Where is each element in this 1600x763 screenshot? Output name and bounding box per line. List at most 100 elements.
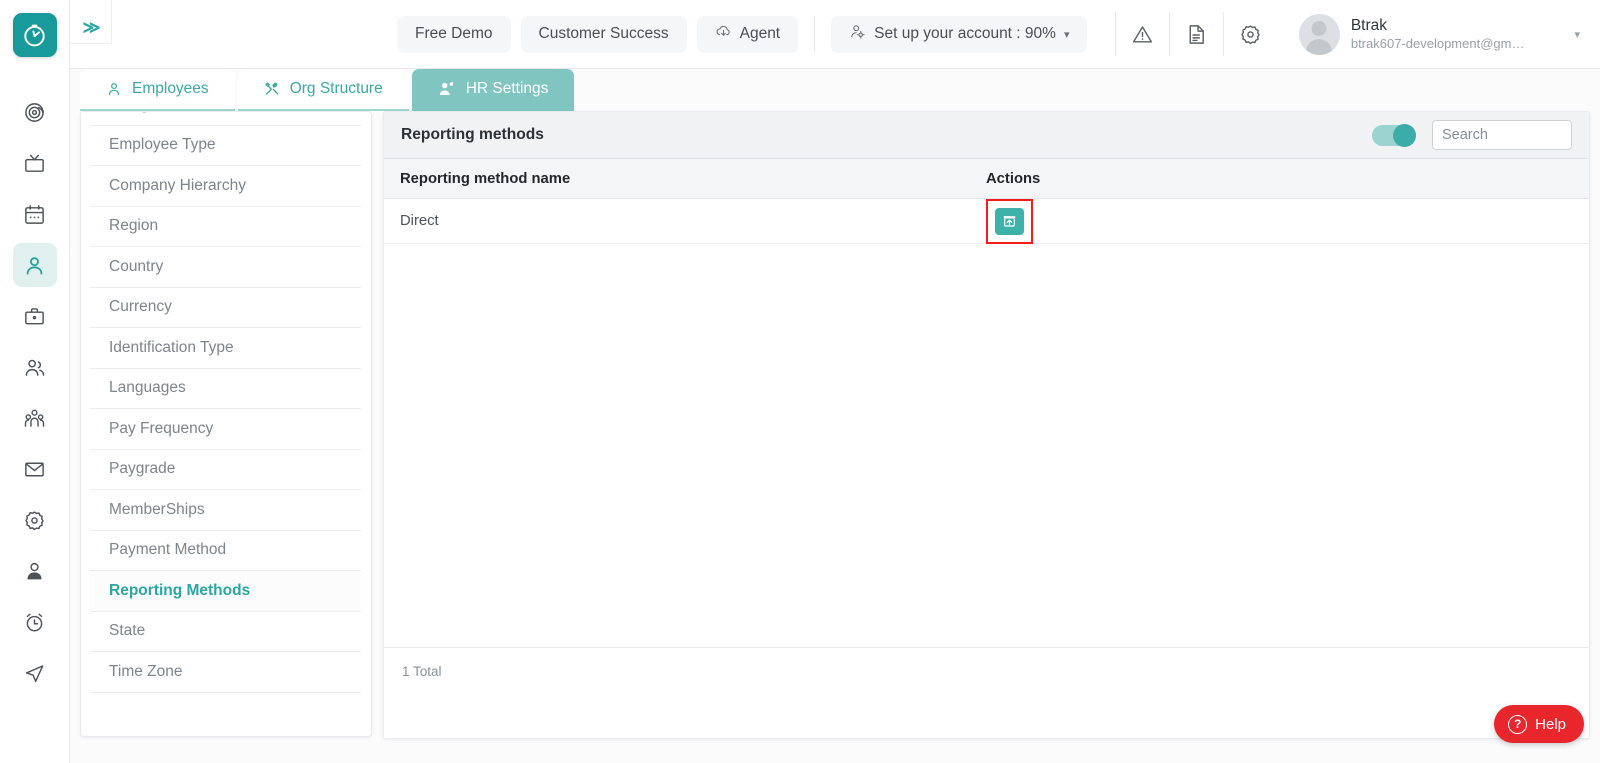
person-icon	[106, 81, 122, 97]
sidebar-item-memberships[interactable]: MemberShips	[90, 490, 361, 531]
expand-sidebar-icon[interactable]: ≫	[70, 0, 112, 44]
sidebar-item-label: MemberShips	[109, 500, 205, 518]
help-button[interactable]: ? Help	[1494, 705, 1584, 743]
tab-org-structure-label: Org Structure	[289, 80, 383, 97]
user-gear-icon	[849, 23, 866, 45]
sidebar-item-label: Employee Type	[109, 136, 216, 154]
rail-item-alarm-clock[interactable]	[13, 600, 57, 644]
cloud-download-icon	[715, 23, 732, 45]
column-header-actions: Actions	[986, 170, 1041, 187]
sidebar-item-label: Identification Type	[109, 338, 234, 356]
sidebar-item-region[interactable]: Region	[90, 207, 361, 247]
sidebar-item-identification-type[interactable]: Identification Type	[90, 328, 361, 369]
sidebar-item-state[interactable]: State	[90, 612, 361, 652]
sidebar-item-currency[interactable]: Currency	[90, 288, 361, 328]
rail-item-settings[interactable]	[13, 498, 57, 542]
user-email: btrak607-development@gm…	[1350, 35, 1525, 51]
sidebar-item-label: Designation	[109, 112, 191, 114]
people-settings-icon	[438, 80, 456, 98]
sidebar-item-country[interactable]: Country	[90, 247, 361, 288]
sidebar-item-reporting-methods[interactable]: Reporting Methods	[90, 571, 361, 612]
user-menu-chevron-down-icon[interactable]: ▾	[1574, 28, 1580, 41]
account-setup-label: Set up your account : 90%	[874, 25, 1056, 42]
sidebar-item-paygrade[interactable]: Paygrade	[90, 450, 361, 490]
sidebar-item-label: Company Hierarchy	[109, 176, 246, 194]
document-icon[interactable]	[1168, 12, 1223, 56]
question-mark-icon: ?	[1508, 714, 1528, 734]
sidebar-item-pay-frequency[interactable]: Pay Frequency	[90, 409, 361, 450]
sidebar-item-designation[interactable]: Designation	[90, 112, 361, 126]
warning-triangle-icon[interactable]	[1114, 12, 1169, 56]
sidebar-item-time-zone[interactable]: Time Zone	[90, 652, 361, 693]
rail-item-briefcase[interactable]	[13, 294, 57, 338]
main-tab-bar: Employees Org Structure HR Settings	[80, 69, 577, 111]
rail-item-users-pair[interactable]	[13, 345, 57, 389]
chevron-down-icon: ▾	[1063, 28, 1070, 41]
header-action-group: Free Demo Customer Success Agent Set up …	[397, 15, 1088, 53]
reporting-methods-panel: Reporting methods Reporting method name …	[383, 111, 1590, 739]
tab-employees[interactable]: Employees	[80, 69, 235, 111]
sidebar-item-label: Reporting Methods	[109, 581, 251, 599]
total-count-label: 1 Total	[402, 663, 442, 679]
content-area: Designation Employee Type Company Hierarch…	[70, 111, 1600, 763]
hr-settings-menu-list: Designation Employee Type Company Hierarch…	[81, 112, 371, 693]
header-divider	[814, 17, 816, 51]
table-row: Direct	[384, 198, 1589, 244]
search-input[interactable]	[1432, 120, 1572, 150]
sidebar-item-employee-type[interactable]: Employee Type	[90, 126, 361, 166]
tab-employees-label: Employees	[132, 80, 209, 97]
cell-reporting-method-name: Direct	[400, 213, 439, 229]
table-header-row: Reporting method name Actions	[384, 159, 1589, 199]
app-root: ≫ Free Demo Customer Success Agent Set u…	[0, 0, 1600, 763]
column-header-name: Reporting method name	[400, 170, 571, 187]
sidebar-item-label: Languages	[109, 379, 186, 397]
rail-item-person-badge[interactable]	[13, 549, 57, 593]
sidebar-item-label: Time Zone	[109, 662, 183, 680]
agent-label: Agent	[739, 25, 781, 42]
sidebar-item-label: Payment Method	[109, 541, 227, 559]
sidebar-item-payment-method[interactable]: Payment Method	[90, 531, 361, 571]
sidebar-item-label: State	[109, 622, 146, 640]
customer-success-label: Customer Success	[538, 25, 669, 42]
avatar	[1298, 13, 1340, 55]
rail-item-target[interactable]	[13, 90, 57, 134]
help-label: Help	[1535, 715, 1566, 733]
panel-header: Reporting methods	[384, 112, 1589, 159]
sidebar-item-label: Paygrade	[109, 460, 176, 478]
table-body: Direct	[384, 198, 1589, 647]
rail-item-mail[interactable]	[13, 447, 57, 491]
customer-success-button[interactable]: Customer Success	[520, 15, 687, 53]
top-header-bar: ≫ Free Demo Customer Success Agent Set u…	[70, 0, 1600, 69]
tools-icon	[264, 81, 280, 97]
page-title: Reporting methods	[401, 126, 544, 143]
tab-hr-settings[interactable]: HR Settings	[411, 69, 575, 111]
sidebar-item-languages[interactable]: Languages	[90, 369, 361, 409]
rail-item-team-group[interactable]	[13, 396, 57, 440]
hr-settings-sidebar: Designation Employee Type Company Hierarch…	[80, 111, 372, 737]
user-name: Btrak	[1350, 16, 1388, 34]
rail-item-send-navigation[interactable]	[13, 651, 57, 695]
panel-header-controls	[1372, 120, 1572, 150]
sidebar-item-label: Currency	[109, 298, 172, 316]
agent-button[interactable]: Agent	[696, 15, 799, 53]
archive-upload-icon[interactable]	[995, 207, 1024, 235]
sidebar-item-label: Pay Frequency	[109, 419, 214, 437]
rail-item-calendar[interactable]	[13, 192, 57, 236]
rail-item-employees[interactable]	[12, 243, 57, 287]
user-profile-menu[interactable]: Btrak btrak607-development@gm…	[1277, 13, 1531, 55]
header-right-group: Btrak btrak607-development@gm… ▾	[1114, 0, 1600, 68]
left-icon-rail	[0, 0, 70, 763]
status-toggle[interactable]	[1372, 123, 1416, 147]
user-info-block: Btrak btrak607-development@gm…	[1351, 16, 1525, 53]
sidebar-item-label: Country	[109, 257, 164, 275]
rail-item-tv[interactable]	[13, 141, 57, 185]
sidebar-item-company-hierarchy[interactable]: Company Hierarchy	[90, 166, 361, 207]
panel-footer: 1 Total	[384, 647, 1589, 694]
tab-org-structure[interactable]: Org Structure	[237, 69, 409, 111]
clock-logo-icon[interactable]	[12, 13, 57, 57]
free-demo-label: Free Demo	[415, 25, 493, 42]
account-setup-button[interactable]: Set up your account : 90% ▾	[831, 15, 1088, 53]
action-highlight-box	[986, 198, 1033, 244]
free-demo-button[interactable]: Free Demo	[397, 15, 511, 53]
gear-icon[interactable]	[1222, 12, 1277, 56]
